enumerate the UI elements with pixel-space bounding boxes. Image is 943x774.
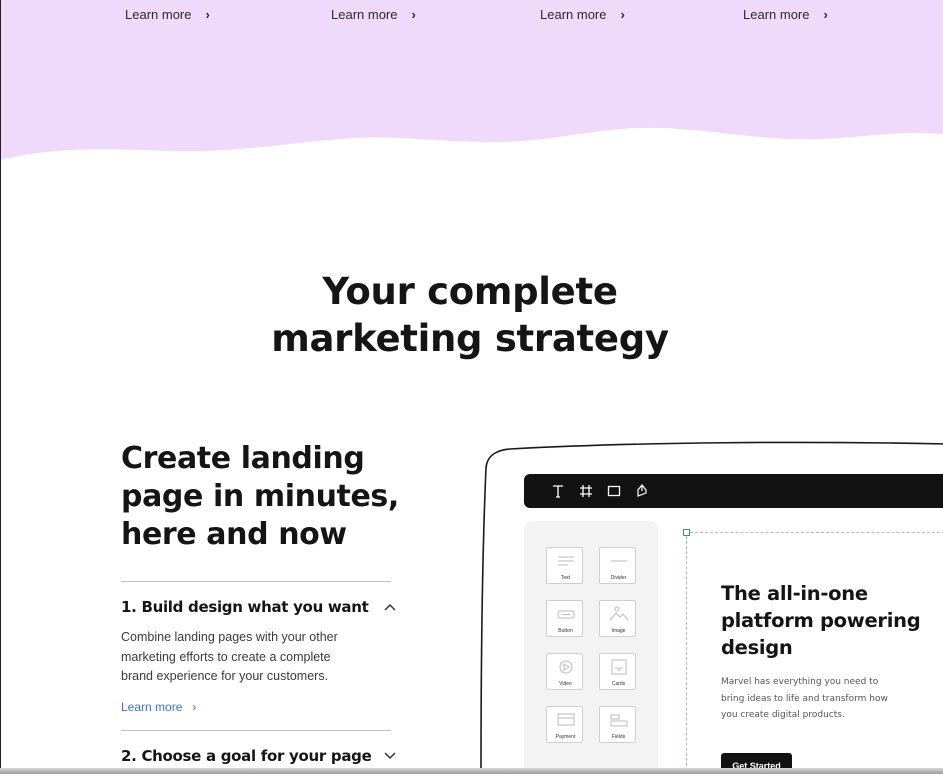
block-label: Image bbox=[611, 628, 626, 634]
selection-guide-vertical bbox=[686, 536, 687, 774]
chevron-right-icon: › bbox=[205, 7, 210, 22]
accordion-item-build-design[interactable]: 1. Build design what you want bbox=[121, 598, 396, 616]
palette-block-cards[interactable]: Cards bbox=[599, 653, 636, 690]
window-edge bbox=[0, 0, 1, 774]
chevron-right-icon: › bbox=[192, 700, 197, 714]
frame-tool-icon[interactable] bbox=[578, 482, 594, 500]
window-bottom-edge bbox=[0, 768, 943, 774]
learn-more-label: Learn more bbox=[743, 7, 810, 22]
payment-block-icon bbox=[547, 710, 584, 730]
learn-more-label: Learn more bbox=[540, 7, 607, 22]
section-title-line: marketing strategy bbox=[271, 317, 669, 360]
hero-band bbox=[0, 0, 943, 170]
accordion-body: Combine landing pages with your other ma… bbox=[121, 628, 361, 687]
button-block-icon bbox=[547, 604, 584, 624]
preview-description: Marvel has everything you need to bring … bbox=[721, 674, 911, 724]
block-label: Divider bbox=[610, 575, 627, 581]
section-title-line: Your complete bbox=[322, 270, 618, 313]
learn-more-link-2[interactable]: Learn more › bbox=[331, 7, 416, 22]
learn-more-label: Learn more bbox=[121, 700, 183, 714]
accordion-title: 1. Build design what you want bbox=[121, 598, 369, 616]
section-title: Your complete marketing strategy bbox=[200, 268, 740, 362]
accordion-body-line: Combine landing pages with your other bbox=[121, 630, 338, 644]
chevron-right-icon: › bbox=[823, 7, 828, 22]
accordion-title: 2. Choose a goal for your page bbox=[121, 747, 372, 765]
palette-block-image[interactable]: Image bbox=[599, 600, 636, 637]
accordion-item-choose-goal[interactable]: 2. Choose a goal for your page bbox=[121, 747, 396, 765]
preview-description-line: you create digital products. bbox=[721, 710, 845, 720]
palette-block-fields[interactable]: Fields bbox=[599, 706, 636, 743]
wave-shape bbox=[0, 0, 943, 160]
selection-handle[interactable] bbox=[683, 529, 690, 536]
block-label: Fields bbox=[611, 734, 626, 740]
preview-description-line: Marvel has everything you need to bbox=[721, 677, 879, 687]
preview-title-line: design bbox=[721, 636, 793, 659]
palette-block-divider[interactable]: Divider bbox=[599, 547, 636, 584]
accordion-divider bbox=[121, 730, 391, 731]
rectangle-tool-icon[interactable] bbox=[606, 482, 622, 500]
accordion-body-line: brand experience for your customers. bbox=[121, 669, 329, 683]
learn-more-link-1[interactable]: Learn more › bbox=[125, 7, 210, 22]
feature-heading-line: page in minutes, bbox=[121, 479, 399, 514]
block-label: Video bbox=[559, 681, 572, 687]
selection-guide-horizontal bbox=[690, 532, 943, 533]
palette-block-video[interactable]: Video bbox=[546, 653, 583, 690]
fields-block-icon bbox=[600, 710, 637, 730]
learn-more-label: Learn more bbox=[125, 7, 192, 22]
palette-block-button[interactable]: Button bbox=[546, 600, 583, 637]
image-block-icon bbox=[600, 604, 637, 624]
preview-description-line: bring ideas to life and transform how bbox=[721, 693, 888, 704]
accordion-learn-more-link[interactable]: Learn more › bbox=[121, 700, 196, 714]
block-label: Button bbox=[558, 628, 573, 634]
divider-block-icon bbox=[600, 551, 637, 571]
block-palette: Text Divider Button Image Video Cards Pa… bbox=[524, 521, 658, 774]
chevron-right-icon: › bbox=[411, 7, 416, 22]
block-label: Cards bbox=[611, 681, 626, 687]
feature-heading-line: here and now bbox=[121, 517, 347, 552]
cards-block-icon bbox=[600, 657, 637, 677]
video-block-icon bbox=[547, 657, 584, 677]
preview-title: The all-in-one platform powering design bbox=[721, 580, 941, 661]
chevron-down-icon bbox=[384, 749, 396, 763]
learn-more-link-4[interactable]: Learn more › bbox=[743, 7, 828, 22]
learn-more-link-3[interactable]: Learn more › bbox=[540, 7, 625, 22]
block-label: Text bbox=[560, 575, 571, 581]
editor-toolbar bbox=[524, 474, 943, 508]
pen-tool-icon[interactable] bbox=[634, 482, 650, 500]
palette-block-text[interactable]: Text bbox=[546, 547, 583, 584]
accordion-divider bbox=[121, 581, 391, 582]
feature-heading: Create landing page in minutes, here and… bbox=[121, 440, 421, 554]
preview-title-line: The all-in-one bbox=[721, 582, 868, 605]
feature-heading-line: Create landing bbox=[121, 441, 365, 476]
chevron-right-icon: › bbox=[620, 7, 625, 22]
preview-title-line: platform powering bbox=[721, 609, 921, 632]
palette-block-payment[interactable]: Payment bbox=[546, 706, 583, 743]
learn-more-label: Learn more bbox=[331, 7, 398, 22]
text-block-icon bbox=[547, 551, 584, 571]
text-tool-icon[interactable] bbox=[550, 482, 566, 500]
chevron-up-icon bbox=[384, 600, 396, 614]
accordion-body-line: marketing efforts to create a complete bbox=[121, 649, 331, 664]
block-label: Payment bbox=[555, 734, 576, 740]
